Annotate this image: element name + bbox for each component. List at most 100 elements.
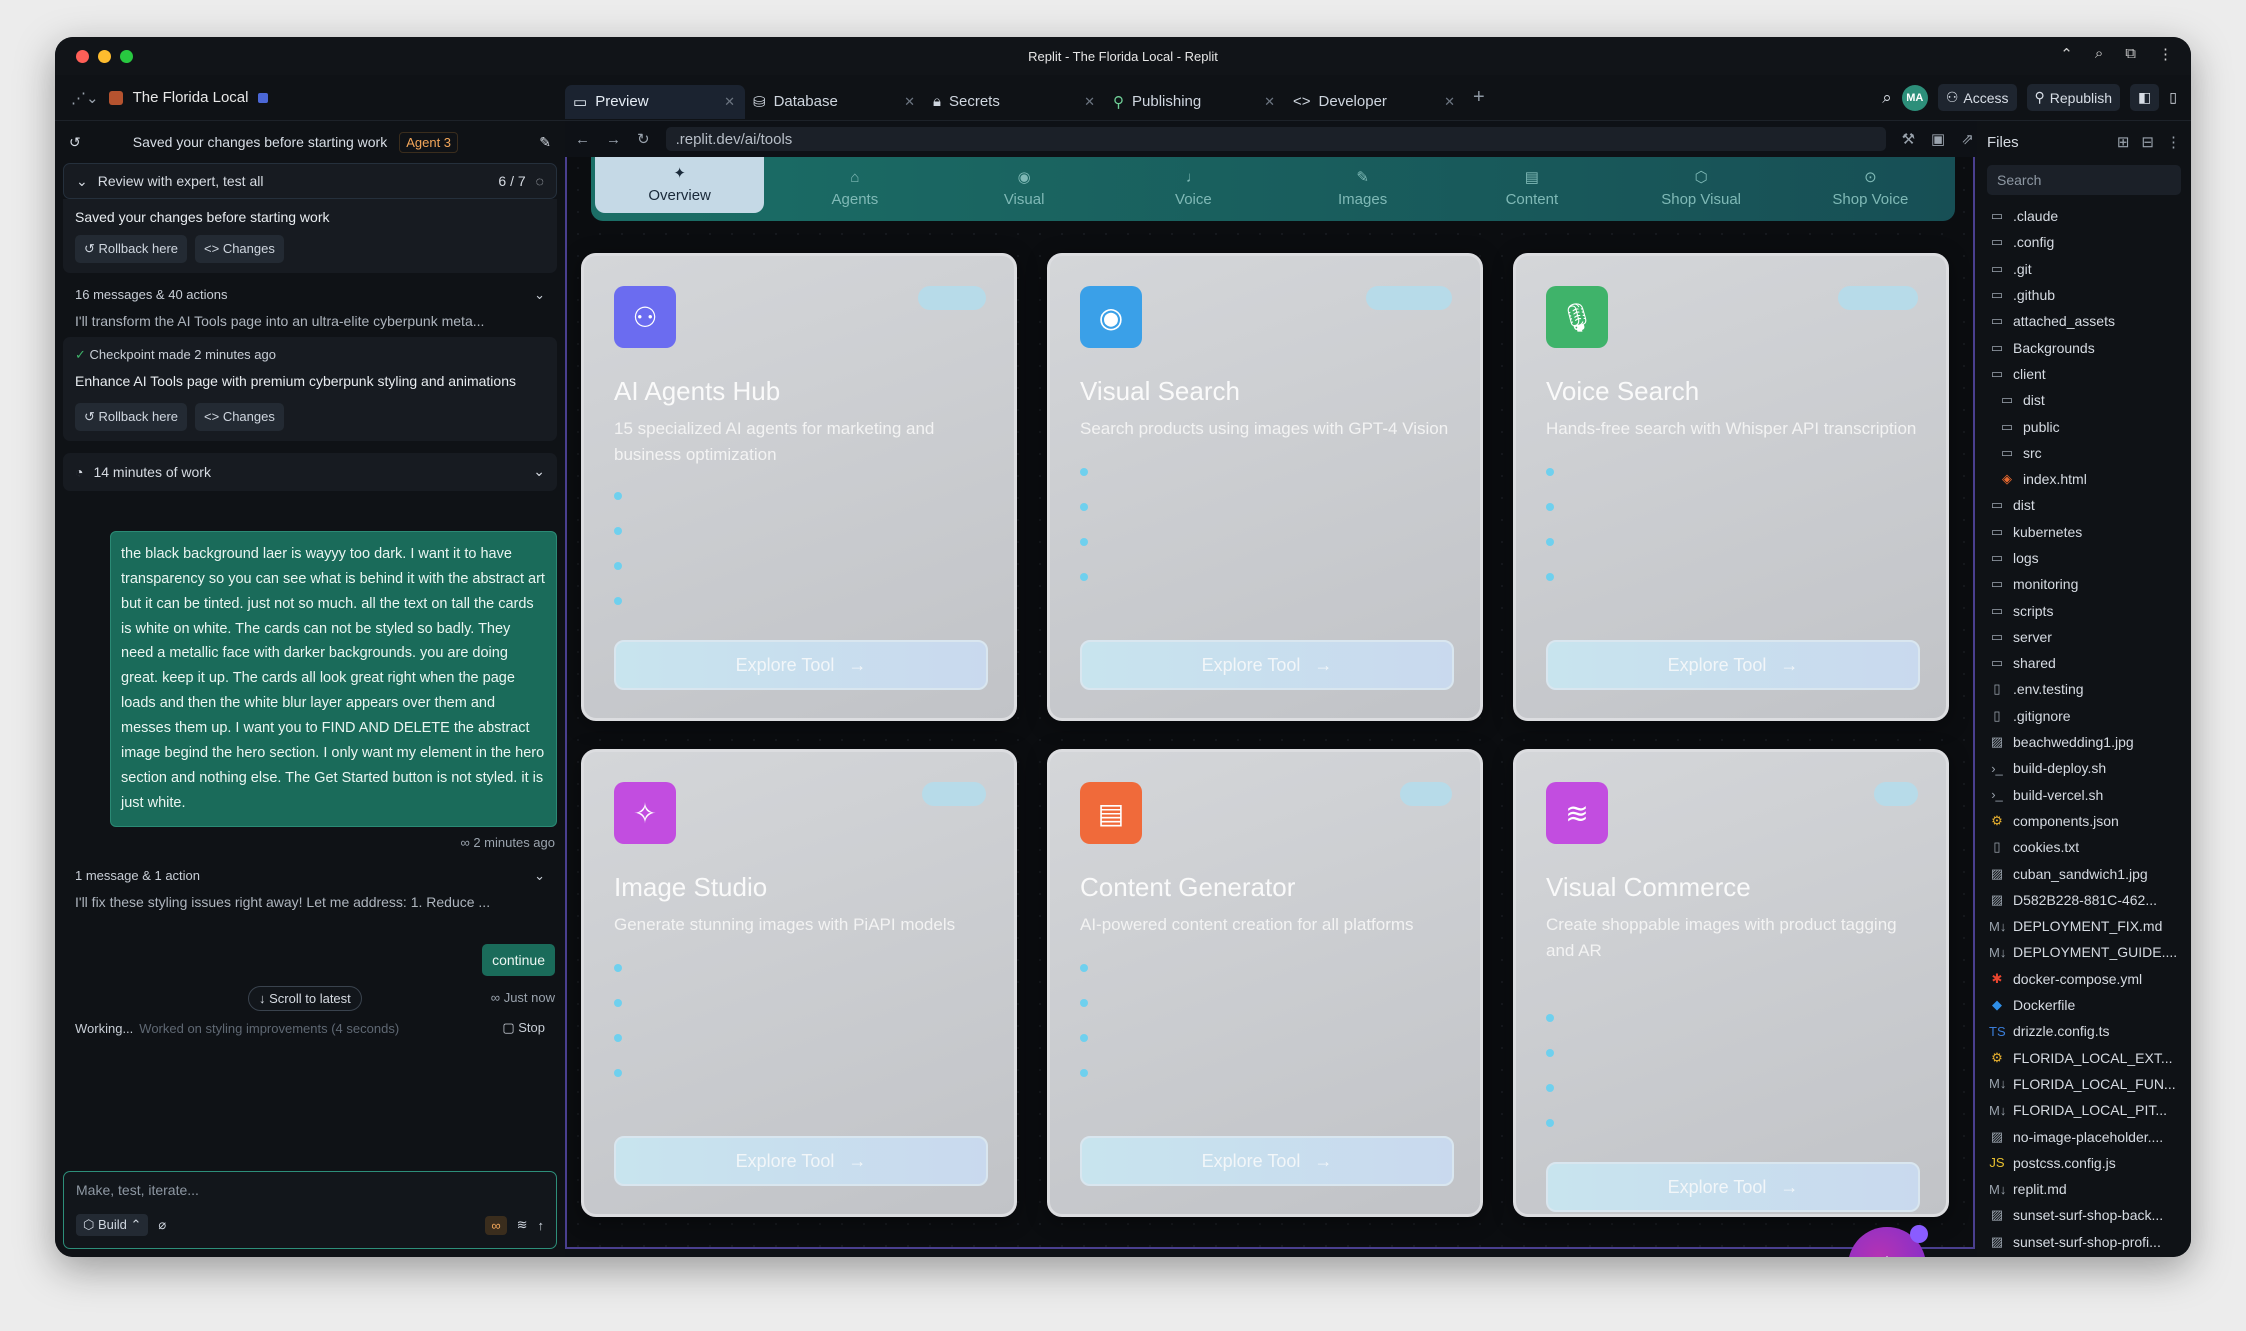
file-item[interactable]: ▨ no-image-placeholder.... — [1987, 1123, 2181, 1149]
more-icon[interactable]: ⋮ — [2166, 133, 2181, 151]
tool-card[interactable]: ◉ Visual Search Search products using imag… — [1047, 253, 1483, 721]
folder-item[interactable]: ▭ monitoring — [1987, 571, 2181, 597]
file-item[interactable]: ▨ cuban_sandwich1.jpg — [1987, 860, 2181, 886]
new-file-icon[interactable]: ⊞ — [2117, 133, 2130, 151]
folder-item[interactable]: ▭ public — [1987, 413, 2181, 439]
tab-developer[interactable]: <> Developer ✕ — [1285, 85, 1465, 119]
back-arrow-icon[interactable]: ← — [575, 131, 590, 148]
folder-item[interactable]: ▭ shared — [1987, 650, 2181, 676]
agent-badge[interactable]: Agent 3 — [399, 131, 459, 153]
files-search-input[interactable]: Search — [1987, 165, 2181, 195]
wrench-icon[interactable]: ⚒ — [1902, 130, 1915, 148]
rollback-button[interactable]: ↺ Rollback here — [75, 402, 188, 431]
file-item[interactable]: M↓ DEPLOYMENT_FIX.md — [1987, 913, 2181, 939]
tools-nav-voice[interactable]: ♩ Voice — [1109, 157, 1278, 221]
forward-arrow-icon[interactable]: → — [606, 131, 621, 148]
file-item[interactable]: ›_ build-deploy.sh — [1987, 755, 2181, 781]
folder-item[interactable]: ▭ scripts — [1987, 597, 2181, 623]
file-item[interactable]: ›_ build-vercel.sh — [1987, 782, 2181, 808]
reload-icon[interactable]: ↻ — [637, 130, 650, 148]
history-icon[interactable]: ↺ — [69, 134, 81, 151]
folder-item[interactable]: ▭ .github — [1987, 282, 2181, 308]
file-item[interactable]: ◆ Dockerfile — [1987, 992, 2181, 1018]
tools-nav-shop-visual[interactable]: ⬡ Shop Visual — [1617, 157, 1786, 221]
file-item[interactable]: JS postcss.config.js — [1987, 1150, 2181, 1176]
file-item[interactable]: ▨ sunset-surf-shop-profi... — [1987, 1229, 2181, 1255]
tools-nav-visual[interactable]: ◉ Visual — [940, 157, 1109, 221]
file-item[interactable]: ✱ docker-compose.yml — [1987, 966, 2181, 992]
file-item[interactable]: ⚙ FLORIDA_LOCAL_EXT... — [1987, 1045, 2181, 1071]
workspace-menu-icon[interactable]: ⋰⌄ — [71, 89, 99, 107]
explore-tool-button[interactable]: Explore Tool → — [614, 640, 988, 690]
folder-item[interactable]: ▭ dist — [1987, 387, 2181, 413]
more-icon[interactable]: ⋮ — [2158, 45, 2173, 63]
avatar[interactable]: MA — [1901, 84, 1928, 111]
extension-icon[interactable]: ⧉ — [2125, 45, 2136, 63]
file-item[interactable]: ▨ sunset-surf-shop-back... — [1987, 1202, 2181, 1228]
build-mode-selector[interactable]: ⬡ Build ⌃ — [76, 1214, 149, 1236]
send-arrow-icon[interactable]: ↑ — [538, 1218, 545, 1233]
review-task-bar[interactable]: ⌄ Review with expert, test all 6 / 7 ◌ — [63, 163, 557, 199]
folder-item[interactable]: ▭ .claude — [1987, 203, 2181, 229]
explore-tool-button[interactable]: Explore Tool → — [1080, 1136, 1454, 1186]
tab-preview[interactable]: ▭ Preview ✕ — [565, 84, 745, 119]
url-field[interactable]: .replit.dev/ai/tools — [665, 127, 1886, 151]
folder-item[interactable]: ▭ kubernetes — [1987, 519, 2181, 545]
file-item[interactable]: ▯ cookies.txt — [1987, 834, 2181, 860]
tool-card[interactable]: 🎙︎ Voice Search Hands-free search with Whi… — [1513, 253, 1949, 721]
search-icon[interactable]: ⌕ — [1882, 88, 1892, 108]
explore-tool-button[interactable]: Explore Tool → — [1546, 1162, 1920, 1212]
tool-card[interactable]: ⚇ AI Agents Hub 15 specialized AI agents f… — [581, 253, 1017, 721]
tool-card[interactable]: ▤ Content Generator AI-powered content cre… — [1047, 749, 1483, 1217]
publish-options-button[interactable]: ◧ — [2130, 84, 2160, 111]
folder-item[interactable]: ▭ .config — [1987, 229, 2181, 255]
folder-item[interactable]: ▭ client — [1987, 361, 2181, 387]
folder-item[interactable]: ▭ src — [1987, 440, 2181, 466]
file-item[interactable]: ▯ .gitignore — [1987, 703, 2181, 729]
file-item[interactable]: M↓ FLORIDA_LOCAL_PIT... — [1987, 1097, 2181, 1123]
devices-icon[interactable]: ▣ — [1931, 130, 1945, 148]
tools-nav-shop-voice[interactable]: ⊙ Shop Voice — [1786, 157, 1955, 221]
scroll-to-latest-button[interactable]: ↓ Scroll to latest — [248, 986, 362, 1011]
minimize-window-button[interactable] — [98, 50, 111, 63]
republish-button[interactable]: ⚲ Republish — [2026, 84, 2121, 111]
message-summary[interactable]: 16 messages & 40 actions ⌄ I'll transform… — [55, 273, 565, 337]
close-tab-icon[interactable]: ✕ — [1264, 94, 1275, 110]
open-external-icon[interactable]: ⇗ — [1961, 130, 1974, 148]
explore-tool-button[interactable]: Explore Tool → — [614, 1136, 988, 1186]
folder-item[interactable]: ▭ dist — [1987, 492, 2181, 518]
file-item[interactable]: ▨ beachwedding1.jpg — [1987, 729, 2181, 755]
tools-nav-agents[interactable]: ⌂ Agents — [770, 157, 939, 221]
project-name[interactable]: The Florida Local — [133, 89, 249, 106]
new-tab-button[interactable]: + — [1473, 86, 1485, 109]
rollback-button[interactable]: ↺ Rollback here — [75, 235, 188, 263]
explore-tool-button[interactable]: Explore Tool → — [1080, 640, 1454, 690]
tools-nav-images[interactable]: ✎ Images — [1278, 157, 1447, 221]
file-item[interactable]: ⚙ components.json — [1987, 808, 2181, 834]
infinity-toggle[interactable]: ∞ — [485, 1215, 507, 1235]
changes-button[interactable]: <> Changes — [195, 402, 284, 431]
tab-publishing[interactable]: ⚲ Publishing ✕ — [1105, 85, 1285, 119]
chat-input[interactable]: Make, test, iterate... ⬡ Build ⌃ ⌀ ∞ ≋ ↑ — [63, 1171, 557, 1249]
close-tab-icon[interactable]: ✕ — [1444, 94, 1455, 110]
tool-card[interactable]: ✧ Image Studio Generate stunning images wi… — [581, 749, 1017, 1217]
file-item[interactable]: ▨ D582B228-881C-462... — [1987, 887, 2181, 913]
tab-secrets[interactable]: 🔒︎ Secrets ✕ — [925, 85, 1105, 119]
changes-button[interactable]: <> Changes — [195, 235, 284, 263]
tab-database[interactable]: ⛁ Database ✕ — [745, 85, 925, 119]
new-chat-icon[interactable]: ✎ — [539, 134, 551, 151]
close-tab-icon[interactable]: ✕ — [724, 94, 735, 110]
folder-item[interactable]: ▭ server — [1987, 624, 2181, 650]
file-item[interactable]: M↓ FLORIDA_LOCAL_FUN... — [1987, 1071, 2181, 1097]
folder-item[interactable]: ▭ Backgrounds — [1987, 334, 2181, 360]
folder-item[interactable]: ▭ attached_assets — [1987, 308, 2181, 334]
close-window-button[interactable] — [76, 50, 89, 63]
folder-item[interactable]: ▭ .git — [1987, 256, 2181, 282]
folder-item[interactable]: ▭ logs — [1987, 545, 2181, 571]
search-icon[interactable]: ⌕ — [2095, 45, 2103, 63]
tools-nav-content[interactable]: ▤ Content — [1447, 157, 1616, 221]
file-item[interactable]: ◈ index.html — [1987, 466, 2181, 492]
access-button[interactable]: ⚇ Access — [1937, 84, 2017, 111]
close-tab-icon[interactable]: ✕ — [904, 94, 915, 110]
explore-tool-button[interactable]: Explore Tool → — [1546, 640, 1920, 690]
